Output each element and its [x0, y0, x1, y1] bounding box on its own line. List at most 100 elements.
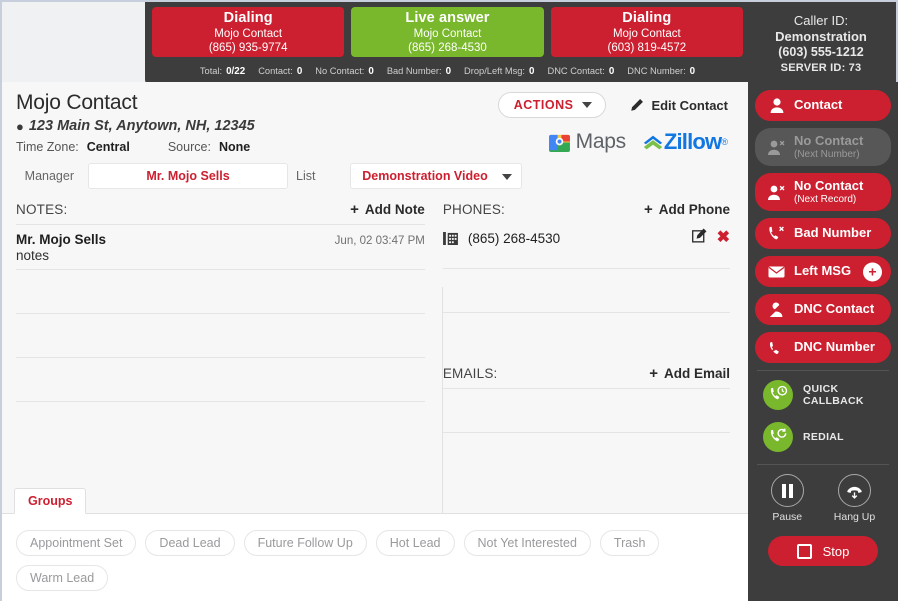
email-row-empty	[442, 388, 730, 432]
disposition-no-contact-next-number-button: No Contact (Next Number)	[755, 128, 891, 166]
group-pill-list: Appointment Set Dead Lead Future Follow …	[2, 514, 748, 601]
stat-value: 0	[368, 65, 374, 77]
disposition-label: Left MSG	[794, 263, 852, 279]
disposition-bad-number-button[interactable]: Bad Number	[755, 218, 891, 249]
delete-phone-icon[interactable]: ✖	[717, 230, 730, 246]
zillow-house-icon	[643, 135, 662, 150]
edit-contact-label: Edit Contact	[651, 97, 728, 113]
stat-label: Total:	[199, 65, 223, 76]
stat-label: DNC Number:	[627, 65, 686, 76]
call-status-card-2[interactable]: Live answer Mojo Contact (865) 268-4530	[351, 7, 544, 57]
zillow-registered-mark: ®	[721, 137, 728, 147]
note-item[interactable]: Mr. Mojo Sells Jun, 02 03:47 PM notes	[16, 224, 425, 269]
call-status-strip: Dialing Mojo Contact (865) 935-9774 Live…	[145, 2, 750, 84]
group-pill[interactable]: Not Yet Interested	[463, 530, 591, 556]
note-row-empty	[16, 357, 425, 401]
note-row-empty	[16, 313, 425, 357]
person-x-icon	[767, 140, 786, 155]
actions-button-label: ACTIONS	[513, 98, 574, 112]
disposition-label-main: No Contact	[794, 133, 864, 149]
call-status-phone: (865) 268-4530	[408, 42, 487, 55]
contact-header: Mojo Contact ● 123 Main St, Anytown, NH,…	[2, 82, 748, 160]
stat-total: Total: 0/22	[200, 66, 245, 77]
edit-phone-icon[interactable]	[691, 228, 707, 248]
redial-button[interactable]: REDIAL	[755, 422, 891, 452]
group-pill[interactable]: Hot Lead	[375, 530, 455, 556]
list-label: List	[296, 169, 316, 183]
chevron-down-icon	[582, 102, 593, 108]
quick-callback-button[interactable]: QUICK CALLBACK	[755, 380, 891, 410]
emails-title: EMAILS:	[442, 366, 498, 381]
note-date: Jun, 02 03:47 PM	[334, 235, 425, 247]
disposition-left-msg-button[interactable]: Left MSG +	[755, 256, 891, 287]
call-status-title: Live answer	[405, 9, 490, 26]
call-status-phone: (865) 935-9774	[208, 42, 288, 55]
add-message-badge-icon[interactable]: +	[863, 262, 882, 281]
edit-contact-button[interactable]: Edit Contact	[630, 98, 728, 113]
manager-label: Manager	[24, 169, 74, 183]
mojo-dialer-app: Dialing Mojo Contact (865) 935-9774 Live…	[0, 0, 898, 601]
pause-button[interactable]: Pause	[770, 474, 804, 523]
plus-icon: +	[649, 365, 658, 382]
plus-icon: +	[643, 201, 653, 218]
redial-label: REDIAL	[803, 431, 844, 443]
add-email-button[interactable]: + Add Email	[649, 366, 730, 381]
person-x-icon	[767, 185, 786, 200]
hangup-icon	[837, 474, 871, 507]
note-body: notes	[16, 248, 50, 263]
manager-field[interactable]: Mr. Mojo Sells	[88, 163, 288, 189]
contact-action-row: ACTIONS Edit Contact	[497, 92, 728, 118]
groups-tabbar: Groups	[2, 485, 748, 514]
call-status-subtitle: Mojo Contact	[214, 28, 283, 41]
disposition-label: No Contact (Next Number)	[794, 133, 864, 160]
phone-slash-icon	[767, 340, 786, 355]
disposition-dnc-number-button[interactable]: DNC Number	[755, 332, 891, 363]
group-pill[interactable]: Appointment Set	[16, 530, 137, 556]
group-pill[interactable]: Future Follow Up	[243, 530, 367, 556]
maps-link[interactable]: Maps	[548, 130, 626, 154]
contact-detail-panel: Mojo Contact ● 123 Main St, Anytown, NH,…	[0, 82, 748, 601]
group-pill[interactable]: Dead Lead	[145, 530, 235, 556]
pause-label: Pause	[772, 511, 803, 523]
call-status-card-1[interactable]: Dialing Mojo Contact (865) 935-9774	[152, 7, 345, 57]
group-pill[interactable]: Trash	[599, 530, 660, 556]
phone-number: (865) 268-4530	[467, 230, 561, 246]
phone-clock-icon	[763, 380, 793, 410]
actions-button[interactable]: ACTIONS	[497, 92, 607, 118]
source-label: Source:	[167, 140, 211, 154]
disposition-no-contact-next-record-button[interactable]: No Contact (Next Record)	[755, 173, 891, 211]
disposition-dnc-contact-button[interactable]: DNC Contact	[755, 294, 891, 325]
list-dropdown[interactable]: Demonstration Video	[350, 163, 522, 189]
zillow-link[interactable]: Zillow ®	[642, 129, 728, 155]
add-phone-button[interactable]: + Add Phone	[644, 202, 730, 217]
disposition-contact-button[interactable]: Contact	[755, 90, 891, 121]
call-status-phone: (603) 819-4572	[607, 42, 687, 55]
sidebar-divider	[757, 464, 889, 465]
phone-row-empty	[442, 268, 730, 312]
caller-id-name: Demonstration	[775, 28, 867, 44]
timezone-label: Time Zone:	[16, 140, 79, 154]
group-pill[interactable]: Warm Lead	[16, 565, 109, 591]
disposition-label-main: No Contact	[794, 178, 864, 194]
call-status-subtitle: Mojo Contact	[413, 28, 482, 41]
disposition-label-sub: (Next Record)	[794, 193, 857, 205]
disposition-label-sub: (Next Number)	[794, 148, 860, 160]
call-status-card-3[interactable]: Dialing Mojo Contact (603) 819-4572	[550, 7, 743, 57]
stop-square-icon	[796, 543, 812, 559]
plus-icon: +	[350, 201, 359, 218]
tab-groups[interactable]: Groups	[14, 488, 87, 514]
groups-section: Groups Appointment Set Dead Lead Future …	[2, 485, 748, 601]
office-phone-icon	[442, 231, 458, 245]
phones-emails-column: PHONES: + Add Phone (865) 268-4530 ✖ EMA…	[442, 202, 748, 476]
zillow-label: Zillow	[663, 129, 722, 154]
emails-header: EMAILS: + Add Email	[443, 356, 730, 388]
stop-button[interactable]: Stop	[768, 536, 878, 566]
phone-item[interactable]: (865) 268-4530 ✖	[442, 224, 730, 268]
stat-dnc-contact: DNC Contact: 0	[547, 66, 614, 77]
hangup-label: Hang Up	[833, 511, 876, 523]
add-note-button[interactable]: + Add Note	[350, 202, 425, 217]
quick-callback-label: QUICK CALLBACK	[803, 383, 864, 407]
stat-drop-left-msg: Drop/Left Msg: 0	[464, 66, 534, 77]
notes-header: NOTES: + Add Note	[16, 202, 425, 224]
hangup-button[interactable]: Hang Up	[834, 474, 875, 523]
